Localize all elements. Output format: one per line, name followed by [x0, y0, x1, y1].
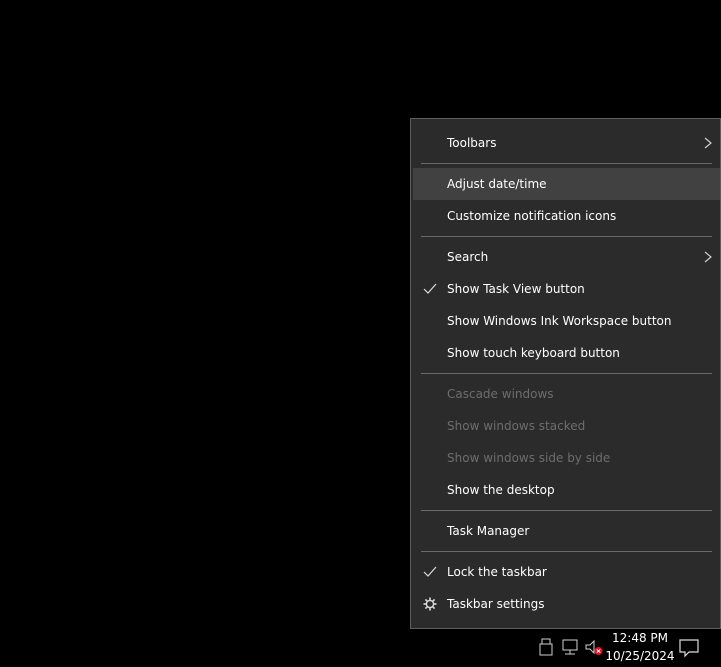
menu-item-show-task-view-button[interactable]: Show Task View button — [413, 273, 720, 305]
menu-item-search[interactable]: Search — [413, 241, 720, 273]
menu-item-show-windows-stacked: Show windows stacked — [413, 410, 720, 442]
chevron-right-icon — [704, 137, 712, 149]
menu-separator — [421, 551, 712, 552]
menu-item-label: Show Task View button — [447, 282, 585, 296]
menu-item-label: Show windows stacked — [447, 419, 586, 433]
menu-item-label: Lock the taskbar — [447, 565, 547, 579]
menu-item-label: Show Windows Ink Workspace button — [447, 314, 672, 328]
chevron-right-icon — [704, 251, 712, 263]
usb-drive-icon[interactable] — [536, 637, 556, 657]
taskbar-clock[interactable]: 12:48 PM 10/25/2024 — [605, 629, 675, 665]
notifications-icon[interactable] — [678, 637, 700, 659]
menu-separator — [421, 236, 712, 237]
menu-item-label: Search — [447, 250, 489, 264]
menu-item-label: Taskbar settings — [447, 597, 545, 611]
menu-item-cascade-windows: Cascade windows — [413, 378, 720, 410]
volume-muted-icon[interactable] — [584, 637, 604, 657]
menu-item-label: Show the desktop — [447, 483, 555, 497]
menu-item-show-the-desktop[interactable]: Show the desktop — [413, 474, 720, 506]
menu-item-label: Show touch keyboard button — [447, 346, 620, 360]
taskbar-context-menu: Toolbars Adjust date/time Customize noti… — [410, 118, 721, 629]
checkmark-icon — [423, 566, 437, 577]
menu-item-label: Customize notification icons — [447, 209, 617, 223]
menu-item-task-manager[interactable]: Task Manager — [413, 515, 720, 547]
menu-item-customize-notification-icons[interactable]: Customize notification icons — [413, 200, 720, 232]
gear-icon — [423, 597, 437, 611]
menu-item-adjust-date-time[interactable]: Adjust date/time — [413, 168, 720, 200]
menu-item-label: Toolbars — [447, 136, 497, 150]
menu-item-lock-the-taskbar[interactable]: Lock the taskbar — [413, 556, 720, 588]
taskbar-system-tray: 12:48 PM 10/25/2024 — [530, 629, 721, 667]
menu-separator — [421, 163, 712, 164]
menu-item-show-windows-side-by-side: Show windows side by side — [413, 442, 720, 474]
menu-item-label: Cascade windows — [447, 387, 554, 401]
menu-separator — [421, 373, 712, 374]
menu-item-toolbars[interactable]: Toolbars — [413, 127, 720, 159]
menu-separator — [421, 510, 712, 511]
clock-time: 12:48 PM — [612, 631, 668, 645]
menu-item-show-windows-ink-workspace-button[interactable]: Show Windows Ink Workspace button — [413, 305, 720, 337]
menu-item-taskbar-settings[interactable]: Taskbar settings — [413, 588, 720, 620]
menu-item-show-touch-keyboard-button[interactable]: Show touch keyboard button — [413, 337, 720, 369]
menu-item-label: Adjust date/time — [447, 177, 547, 191]
network-icon[interactable] — [560, 637, 580, 657]
checkmark-icon — [423, 283, 437, 294]
menu-item-label: Task Manager — [447, 524, 530, 538]
clock-date: 10/25/2024 — [605, 649, 675, 663]
menu-item-label: Show windows side by side — [447, 451, 611, 465]
